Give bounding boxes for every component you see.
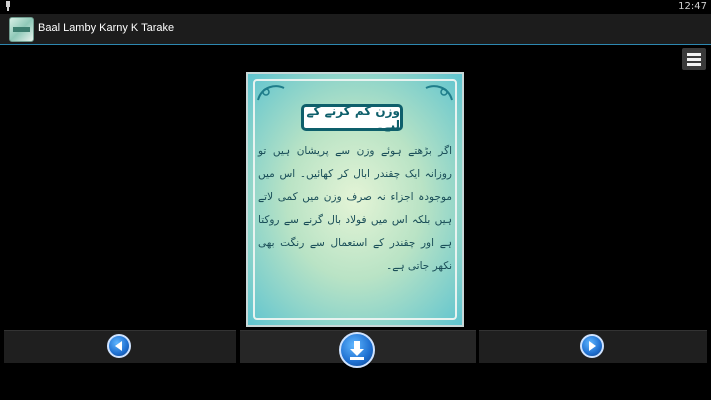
ornament-swirl-icon <box>425 85 453 101</box>
menu-button[interactable] <box>682 48 706 70</box>
ornament-swirl-icon <box>257 85 285 101</box>
previous-arrow-icon <box>115 341 122 351</box>
status-clock: 12:47 <box>678 1 707 12</box>
next-arrow-icon <box>589 341 596 351</box>
app-logo-icon[interactable] <box>9 17 34 42</box>
previous-button[interactable] <box>107 334 131 358</box>
menu-icon <box>687 53 701 56</box>
card-body-text: اگر بڑھتے ہوئے وزن سے پریشان ہیں تو روزا… <box>258 145 452 272</box>
action-bar: Baal Lamby Karny K Tarake <box>0 14 711 45</box>
status-bar: 12:47 <box>0 0 711 14</box>
notification-icon <box>6 1 10 11</box>
next-button[interactable] <box>580 334 604 358</box>
download-button[interactable] <box>339 332 375 368</box>
download-icon <box>350 341 364 360</box>
card-title: وزن کم کرنے کے لیے۔ <box>301 104 403 132</box>
app-title: Baal Lamby Karny K Tarake <box>38 22 175 34</box>
tip-card: وزن کم کرنے کے لیے۔ اگر بڑھتے ہوئے وزن س… <box>246 72 464 327</box>
